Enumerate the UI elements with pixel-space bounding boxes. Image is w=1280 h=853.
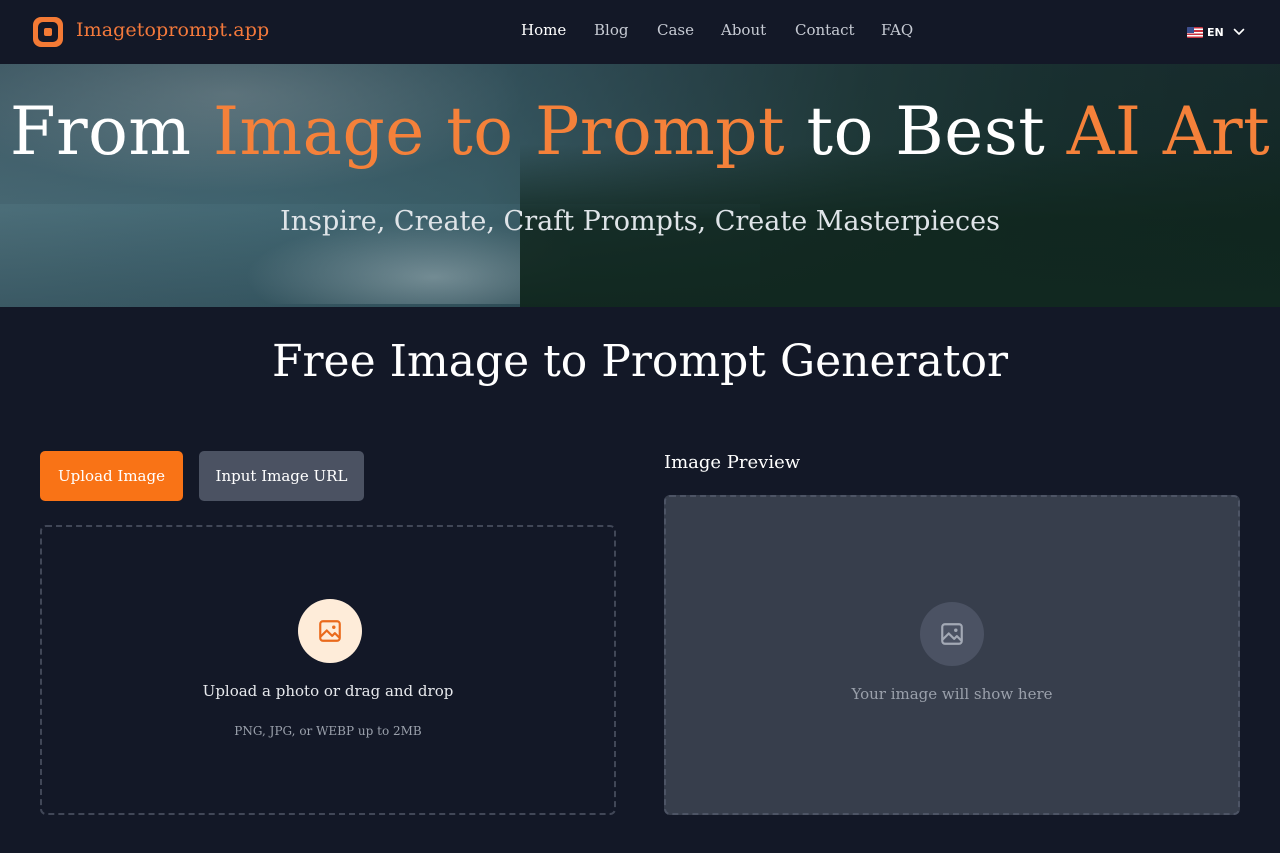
dropzone-instruction: Upload a photo or drag and drop: [202, 682, 454, 700]
upload-image-tab[interactable]: Upload Image: [40, 451, 183, 501]
hero-title-highlight: AI Art: [1066, 93, 1271, 170]
preview-placeholder: Your image will show here: [851, 685, 1053, 703]
preview-icon-badge: [920, 602, 984, 666]
hero-title-highlight: Image to Prompt: [212, 93, 786, 170]
hero-title: From Image to Prompt to Best AI Art: [9, 93, 1271, 170]
nav-item-blog[interactable]: Blog: [594, 21, 628, 39]
page-title: Free Image to Prompt Generator: [271, 336, 1009, 387]
upload-icon-badge: [298, 599, 362, 663]
upload-dropzone[interactable]: Upload a photo or drag and drop PNG, JPG…: [40, 525, 616, 815]
top-navbar: Imagetoprompt.app Home Blog Case About C…: [0, 0, 1280, 64]
dropzone-file-hint: PNG, JPG, or WEBP up to 2MB: [234, 724, 422, 738]
main-nav: Home Blog Case About Contact FAQ: [0, 21, 1280, 43]
nav-item-about[interactable]: About: [721, 21, 766, 39]
input-image-url-tab[interactable]: Input Image URL: [199, 451, 364, 501]
language-selector[interactable]: EN: [1187, 22, 1246, 42]
image-icon: [941, 623, 963, 645]
hero-banner: From Image to Prompt to Best AI Art Insp…: [0, 64, 1280, 307]
chevron-down-icon: [1233, 28, 1245, 35]
us-flag-icon: [1187, 26, 1203, 38]
nav-item-faq[interactable]: FAQ: [881, 21, 913, 39]
image-icon: [319, 620, 341, 642]
hero-subtitle: Inspire, Create, Craft Prompts, Create M…: [280, 206, 1000, 237]
nav-item-contact[interactable]: Contact: [795, 21, 855, 39]
image-preview-label: Image Preview: [664, 452, 801, 473]
nav-item-case[interactable]: Case: [657, 21, 694, 39]
nav-item-home[interactable]: Home: [521, 21, 566, 39]
language-label: EN: [1207, 25, 1224, 39]
image-preview-panel: Your image will show here: [664, 495, 1240, 815]
